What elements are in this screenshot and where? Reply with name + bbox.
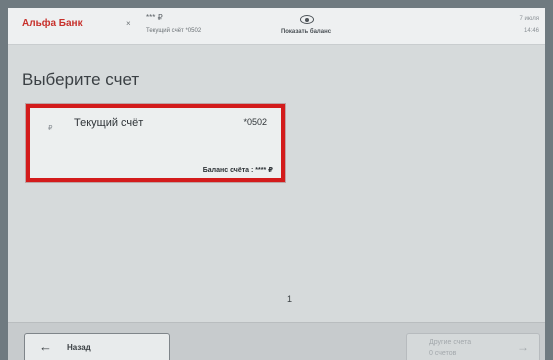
other-accounts-label: Другие счета	[429, 339, 472, 346]
account-number: *0502	[243, 117, 267, 127]
back-label: Назад	[67, 343, 91, 352]
header-bar: Альфа Банк × *** ₽ Текущий счёт *0502 По…	[8, 8, 545, 45]
eye-icon[interactable]	[300, 15, 314, 24]
atm-screen: Альфа Банк × *** ₽ Текущий счёт *0502 По…	[8, 8, 545, 360]
account-balance-mask: *** ₽	[146, 13, 163, 22]
other-accounts-count: 0 счетов	[429, 350, 457, 357]
account-name: Текущий счёт *0502	[146, 28, 202, 34]
arrow-right-icon: →	[517, 340, 529, 354]
other-accounts-button[interactable]: Другие счета 0 счетов →	[406, 333, 540, 360]
date-label: 7 июля	[519, 16, 539, 22]
account-label: Текущий счёт	[74, 117, 144, 129]
time-label: 14:46	[523, 28, 539, 34]
footer-bar: ← Назад Другие счета 0 счетов →	[8, 322, 545, 360]
account-balance: Баланс счёта : **** ₽	[202, 167, 273, 174]
bank-logo: Альфа Банк	[22, 18, 83, 29]
arrow-left-icon: ←	[39, 339, 52, 354]
back-button[interactable]: ← Назад	[24, 333, 170, 360]
page-title: Выберите счет	[22, 70, 140, 89]
show-balance-button[interactable]: Показать баланс	[266, 29, 346, 35]
ruble-icon: ₽	[48, 125, 53, 132]
close-icon[interactable]: ×	[126, 19, 131, 28]
account-card[interactable]: ₽ Текущий счёт *0502 Баланс счёта : ****…	[26, 104, 285, 182]
page-indicator: 1	[287, 294, 293, 304]
